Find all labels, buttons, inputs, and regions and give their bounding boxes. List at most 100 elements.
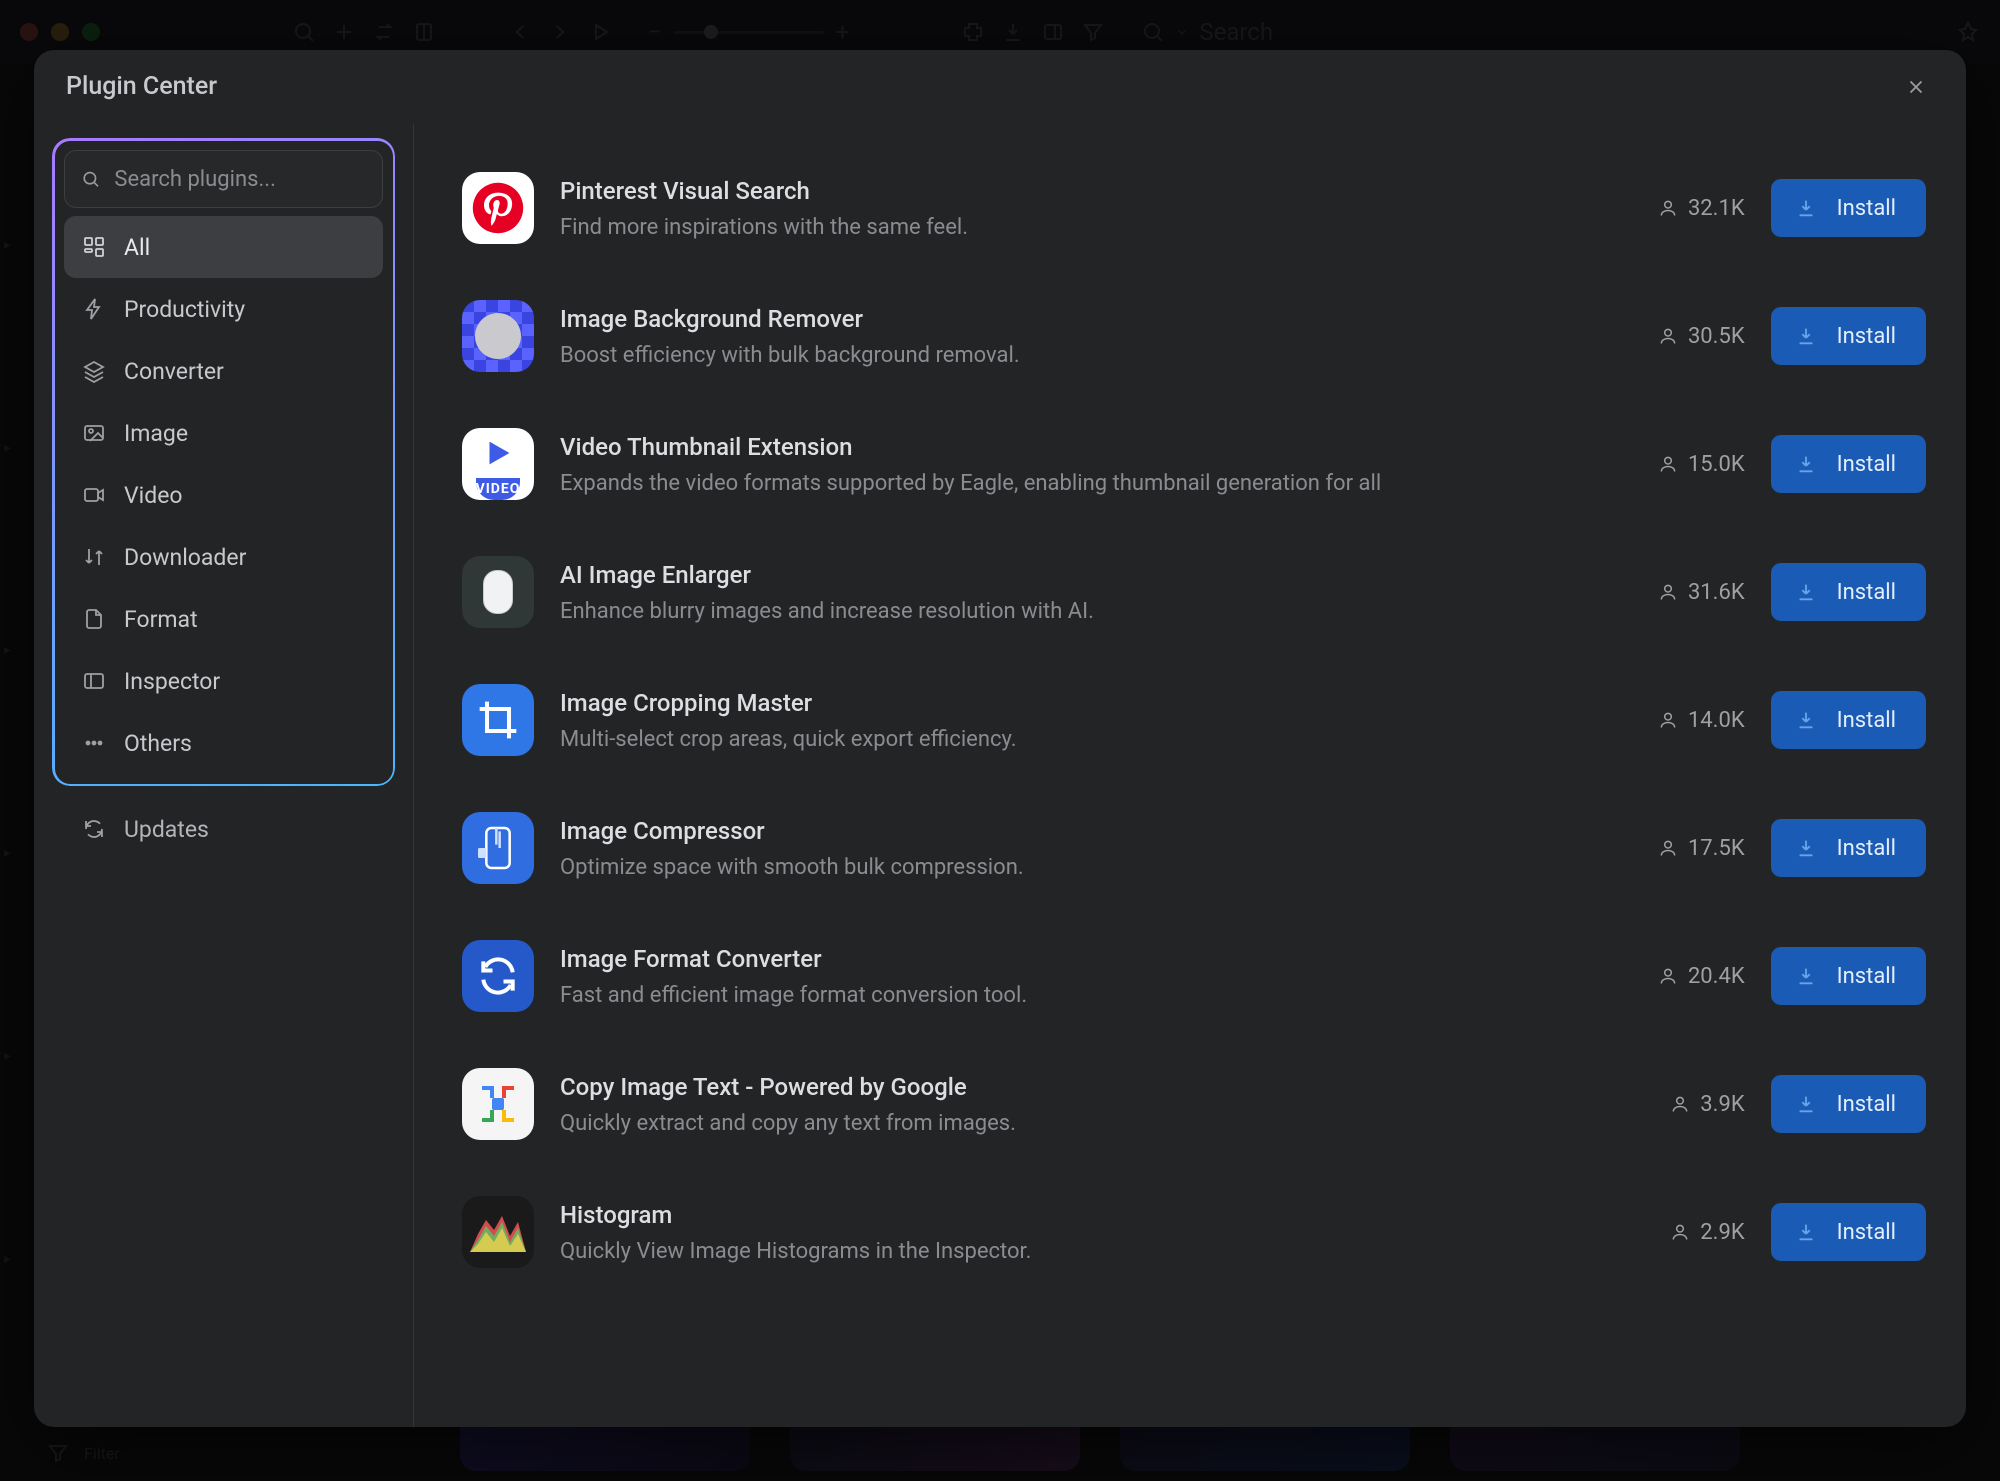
plugin-name: Image Compressor <box>560 817 1589 845</box>
user-icon <box>1670 1094 1690 1114</box>
user-icon <box>1658 198 1678 218</box>
plugin-meta: Image Cropping Master Multi-select crop a… <box>560 689 1589 752</box>
file-icon <box>82 607 106 631</box>
ai-enlarger-icon <box>462 556 534 628</box>
plugin-user-count: 14.0K <box>1615 708 1745 733</box>
plugin-user-count: 30.5K <box>1615 324 1745 349</box>
install-button[interactable]: Install <box>1771 179 1926 237</box>
plugin-meta: Image Compressor Optimize space with smoo… <box>560 817 1589 880</box>
image-icon <box>82 421 106 445</box>
plugin-description: Optimize space with smooth bulk compress… <box>560 855 1589 880</box>
bolt-icon <box>82 297 106 321</box>
install-button[interactable]: Install <box>1771 307 1926 365</box>
download-icon <box>1795 197 1817 219</box>
plugin-user-count: 20.4K <box>1615 964 1745 989</box>
plugin-row[interactable]: HistogramQuickly View Image Histograms i… <box>462 1168 1926 1296</box>
modal-close-button[interactable] <box>1898 69 1934 105</box>
plugin-user-count: 32.1K <box>1615 196 1745 221</box>
download-icon <box>1795 1093 1817 1115</box>
plugin-meta: Image Background Remover Boost efficiency… <box>560 305 1589 368</box>
plugin-sidebar: All Productivity Converter Image Video Downlo… <box>34 124 414 1427</box>
user-icon <box>1658 838 1678 858</box>
plugin-meta: AI Image EnlargerEnhance blurry images a… <box>560 561 1589 624</box>
updates-label: Updates <box>124 816 209 843</box>
sidebar-updates[interactable]: Updates <box>52 798 395 860</box>
plugin-user-count: 17.5K <box>1615 836 1745 861</box>
plugin-row[interactable]: Image Format Converter Fast and efficient… <box>462 912 1926 1040</box>
plugin-description: Fast and efficient image format conversi… <box>560 983 1589 1008</box>
category-label: Image <box>124 420 188 447</box>
plugin-row[interactable]: Pinterest Visual Search Find more inspira… <box>462 144 1926 272</box>
plugin-description: Find more inspirations with the same fee… <box>560 215 1589 240</box>
plugin-row[interactable]: Copy Image Text - Powered by GoogleQuick… <box>462 1040 1926 1168</box>
dots-icon <box>82 731 106 755</box>
search-icon <box>81 168 100 190</box>
user-icon <box>1658 582 1678 602</box>
category-label: All <box>124 234 150 261</box>
category-label: Video <box>124 482 183 509</box>
plugin-name: AI Image Enlarger <box>560 561 1589 589</box>
install-button[interactable]: Install <box>1771 691 1926 749</box>
layers-icon <box>82 359 106 383</box>
modal-body: All Productivity Converter Image Video Downlo… <box>34 124 1966 1427</box>
modal-title: Plugin Center <box>66 72 217 101</box>
install-button[interactable]: Install <box>1771 563 1926 621</box>
plugin-name: Image Background Remover <box>560 305 1589 333</box>
sidebar-highlight-box: All Productivity Converter Image Video Downlo… <box>52 138 395 786</box>
user-icon <box>1670 1222 1690 1242</box>
install-button[interactable]: Install <box>1771 819 1926 877</box>
plugin-meta: HistogramQuickly View Image Histograms i… <box>560 1201 1589 1264</box>
plugin-description: Multi-select crop areas, quick export ef… <box>560 727 1589 752</box>
plugin-user-count: 31.6K <box>1615 580 1745 605</box>
install-button[interactable]: Install <box>1771 947 1926 1005</box>
category-video[interactable]: Video <box>64 464 383 526</box>
category-label: Downloader <box>124 544 246 571</box>
bg-remover-icon <box>462 300 534 372</box>
category-label: Productivity <box>124 296 245 323</box>
refresh-icon <box>82 817 106 841</box>
plugin-row[interactable]: VIDEOVideo Thumbnail ExtensionExpands th… <box>462 400 1926 528</box>
plugin-search-input[interactable] <box>114 167 366 192</box>
plugin-row[interactable]: Image Cropping Master Multi-select crop a… <box>462 656 1926 784</box>
user-icon <box>1658 454 1678 474</box>
grid-icon <box>82 235 106 259</box>
plugin-row[interactable]: Image Background Remover Boost efficiency… <box>462 272 1926 400</box>
plugin-meta: Pinterest Visual Search Find more inspira… <box>560 177 1589 240</box>
category-converter[interactable]: Converter <box>64 340 383 402</box>
category-all[interactable]: All <box>64 216 383 278</box>
download-icon <box>1795 965 1817 987</box>
pinterest-icon <box>462 172 534 244</box>
plugin-row[interactable]: AI Image EnlargerEnhance blurry images a… <box>462 528 1926 656</box>
category-productivity[interactable]: Productivity <box>64 278 383 340</box>
plugin-description: Quickly extract and copy any text from i… <box>560 1111 1589 1136</box>
category-inspector[interactable]: Inspector <box>64 650 383 712</box>
category-label: Inspector <box>124 668 220 695</box>
download-icon <box>1795 581 1817 603</box>
download-icon <box>1795 709 1817 731</box>
download-icon <box>1795 325 1817 347</box>
category-downloader[interactable]: Downloader <box>64 526 383 588</box>
category-image[interactable]: Image <box>64 402 383 464</box>
plugin-name: Image Format Converter <box>560 945 1589 973</box>
modal-header: Plugin Center <box>34 50 1966 124</box>
histogram-icon <box>462 1196 534 1268</box>
category-others[interactable]: Others <box>64 712 383 774</box>
compressor-icon <box>462 812 534 884</box>
plugin-description: Boost efficiency with bulk background re… <box>560 343 1589 368</box>
plugin-user-count: 15.0K <box>1615 452 1745 477</box>
plugin-meta: Copy Image Text - Powered by GoogleQuick… <box>560 1073 1589 1136</box>
install-button[interactable]: Install <box>1771 435 1926 493</box>
close-icon <box>1905 76 1927 98</box>
plugin-name: Pinterest Visual Search <box>560 177 1589 205</box>
plugin-list[interactable]: Pinterest Visual Search Find more inspira… <box>414 124 1966 1427</box>
install-button[interactable]: Install <box>1771 1075 1926 1133</box>
panel-icon <box>82 669 106 693</box>
plugin-search-box[interactable] <box>64 150 383 208</box>
plugin-description: Quickly View Image Histograms in the Ins… <box>560 1239 1589 1264</box>
install-button[interactable]: Install <box>1771 1203 1926 1261</box>
updown-icon <box>82 545 106 569</box>
plugin-row[interactable]: Image Compressor Optimize space with smoo… <box>462 784 1926 912</box>
plugin-name: Video Thumbnail Extension <box>560 433 1589 461</box>
category-format[interactable]: Format <box>64 588 383 650</box>
plugin-name: Image Cropping Master <box>560 689 1589 717</box>
